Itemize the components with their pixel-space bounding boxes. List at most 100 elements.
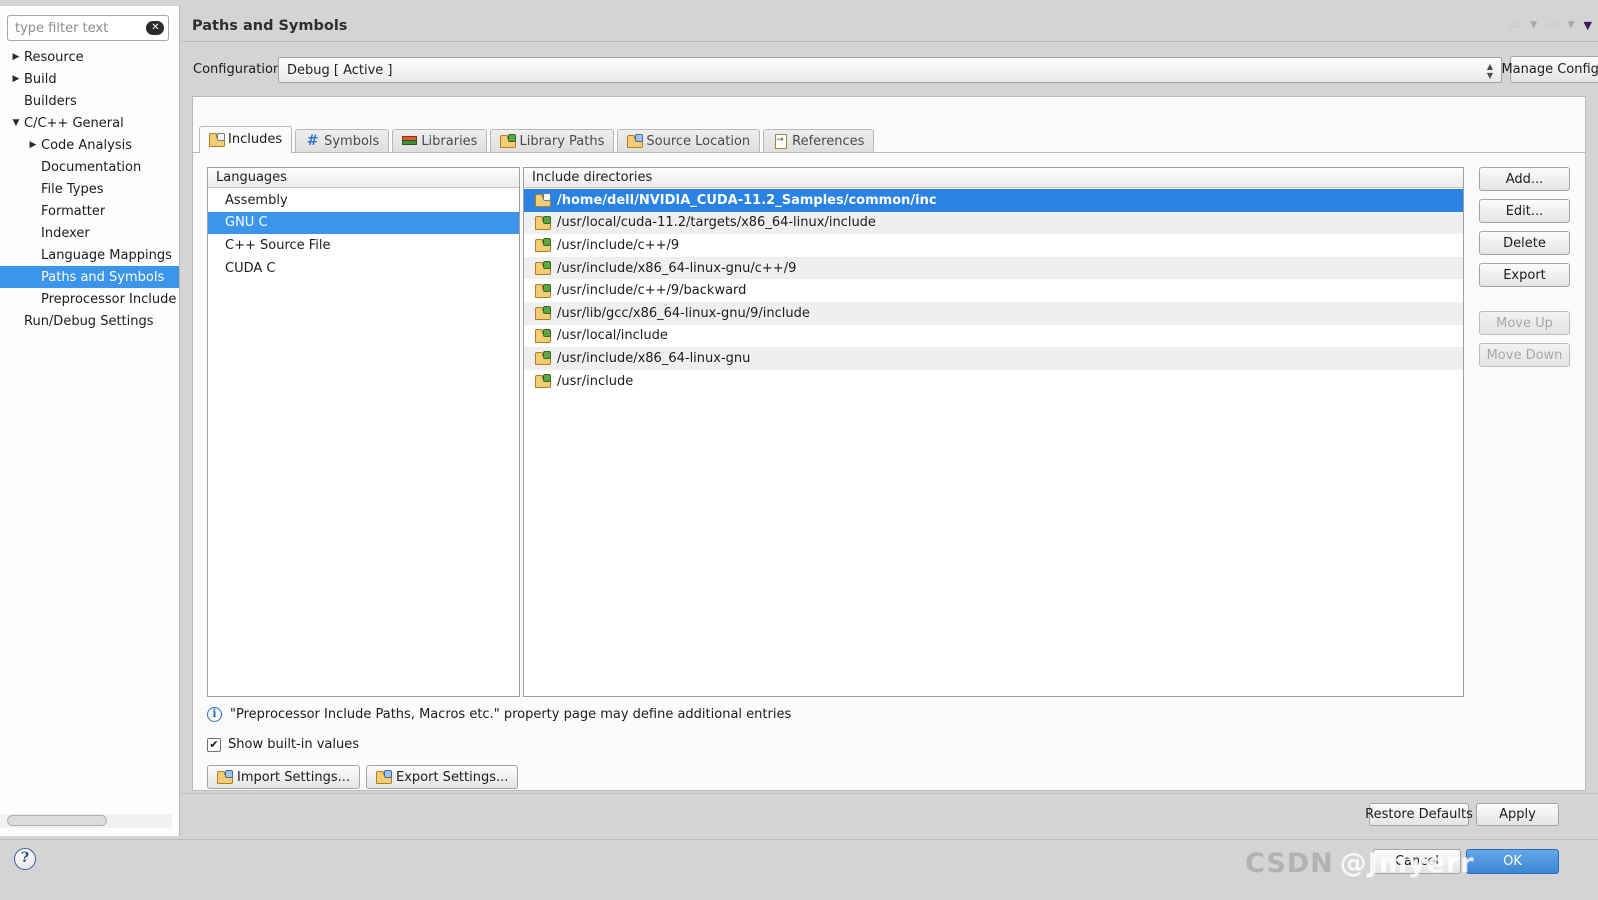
arrow-left-icon[interactable]: ⇦ <box>1509 18 1522 33</box>
sidebar-item-build[interactable]: ▶ Build <box>0 68 179 90</box>
include-directory-row[interactable]: /usr/lib/gcc/x86_64-linux-gnu/9/include <box>524 301 1463 325</box>
settings-button-label: Export Settings... <box>396 769 509 785</box>
language-list-item[interactable]: GNU C <box>208 211 519 235</box>
configuration-label: Configuration: <box>193 62 286 77</box>
tab-source-location[interactable]: Source Location <box>617 129 761 152</box>
move-up-button: Move Up <box>1479 311 1570 335</box>
tab-symbols[interactable]: # Symbols <box>295 129 390 152</box>
folder-badge-icon <box>508 134 517 142</box>
include-directory-path: /usr/include/x86_64-linux-gnu <box>557 350 751 366</box>
include-directories-rows: /home/dell/NVIDIA_CUDA-11.2_Samples/comm… <box>524 189 1463 696</box>
tab-label: Library Paths <box>519 133 605 149</box>
language-list-item[interactable]: Assembly <box>208 189 519 212</box>
add-button[interactable]: Add... <box>1479 167 1570 191</box>
chevron-right-icon[interactable]: ▶ <box>8 74 24 84</box>
include-directory-row[interactable]: /usr/include/x86_64-linux-gnu <box>524 347 1463 370</box>
checkbox-box[interactable]: ✔ <box>207 737 221 752</box>
spinner-updown-icon[interactable]: ▲ ▼ <box>1483 61 1497 81</box>
sidebar-item-label: Run/Debug Settings <box>24 313 154 329</box>
sidebar-item-label: Language Mappings <box>41 247 172 263</box>
tab-includes[interactable]: Includes <box>199 126 293 152</box>
clear-icon[interactable]: ✕ <box>146 21 164 35</box>
include-directory-row[interactable]: /home/dell/NVIDIA_CUDA-11.2_Samples/comm… <box>524 189 1463 212</box>
filter-field-wrapper: type filter text ✕ <box>7 15 169 41</box>
search-input[interactable]: type filter text ✕ <box>7 15 169 41</box>
search-input-placeholder: type filter text <box>15 20 109 36</box>
cancel-button[interactable]: Cancel <box>1373 849 1461 874</box>
sidebar-item-language-mappings[interactable]: Language Mappings <box>0 244 179 266</box>
sidebar-item-builders[interactable]: Builders <box>0 90 179 112</box>
include-directory-row[interactable]: /usr/include <box>524 370 1463 393</box>
sidebar-item-preprocessor-include-paths-macros-etc[interactable]: Preprocessor Include Paths, Macros etc. <box>0 288 179 310</box>
chevron-right-icon[interactable]: ▶ <box>25 140 41 150</box>
configuration-select[interactable]: Debug [ Active ] ▲ ▼ <box>278 57 1502 83</box>
chevron-down-icon[interactable]: ▼ <box>8 118 24 128</box>
edit-button[interactable]: Edit... <box>1479 199 1570 223</box>
sidebar-item-code-analysis[interactable]: ▶ Code Analysis <box>0 134 179 156</box>
tab-library-paths[interactable]: Library Paths <box>490 129 615 152</box>
tab-active-mask <box>200 152 291 154</box>
folder-badge-icon <box>543 193 551 202</box>
sidebar-item-indexer[interactable]: Indexer <box>0 222 179 244</box>
include-directory-row[interactable]: /usr/local/cuda-11.2/targets/x86_64-linu… <box>524 211 1463 235</box>
tab-references[interactable]: References <box>763 129 875 152</box>
include-directory-path: /usr/include/c++/9/backward <box>557 283 747 299</box>
language-list-item[interactable]: CUDA C <box>208 257 519 280</box>
page-title: Paths and Symbols <box>192 18 348 34</box>
folder-includes-icon <box>209 132 225 147</box>
tab-label: References <box>792 133 865 149</box>
include-directories-list[interactable]: Include directories /home/dell/NVIDIA_CU… <box>523 167 1464 697</box>
sidebar-item-paths-and-symbols[interactable]: Paths and Symbols <box>0 266 179 288</box>
list-action-buttons: Add... Edit... Delete Export Move Up Move Dow… <box>1479 167 1574 375</box>
tab-libraries[interactable]: Libraries <box>392 129 488 152</box>
back-history-chevron-down-icon[interactable]: ▼ <box>1530 21 1537 30</box>
sidebar-item-run-debug-settings[interactable]: Run/Debug Settings <box>0 310 179 332</box>
help-icon[interactable]: ? <box>14 848 36 870</box>
sidebar-item-documentation[interactable]: Documentation <box>0 156 179 178</box>
export-button[interactable]: Export <box>1479 263 1570 287</box>
include-directory-row[interactable]: /usr/local/include <box>524 325 1463 348</box>
scrollbar-thumb[interactable] <box>7 815 107 826</box>
include-directory-row[interactable]: /usr/include/c++/9 <box>524 234 1463 257</box>
include-directory-path: /usr/include/c++/9 <box>557 237 680 253</box>
sidebar-horizontal-scrollbar[interactable] <box>0 814 172 828</box>
sidebar-item-label: Indexer <box>41 225 90 241</box>
tab-label: Includes <box>228 132 283 147</box>
folder-badge-icon <box>543 306 551 315</box>
manage-configurations-button[interactable]: Manage Configurations... <box>1501 56 1598 83</box>
sidebar-item-label: Build <box>24 71 57 87</box>
folder-badge-icon <box>543 238 551 247</box>
header-divider <box>181 41 1598 42</box>
export-icon <box>376 770 392 784</box>
tab-label: Source Location <box>646 133 751 149</box>
preferences-tree: ▶ Resource ▶ Build Builders ▼ C/C++ General ▶ Co… <box>0 46 179 332</box>
languages-list[interactable]: Languages Assembly GNU C C++ Source File CU… <box>207 167 520 697</box>
chevron-right-icon[interactable]: ▶ <box>8 52 24 62</box>
sidebar-top-strip <box>0 0 180 6</box>
forward-history-chevron-down-icon[interactable]: ▼ <box>1568 21 1575 30</box>
language-label: GNU C <box>225 215 268 231</box>
arrow-right-icon[interactable]: ⇨ <box>1546 18 1559 33</box>
sidebar-item-resource[interactable]: ▶ Resource <box>0 46 179 68</box>
tab-label: Libraries <box>421 133 478 149</box>
apply-button[interactable]: Apply <box>1476 803 1559 826</box>
include-directory-row[interactable]: /usr/include/x86_64-linux-gnu/c++/9 <box>524 256 1463 280</box>
export-settings-button[interactable]: Export Settings... <box>366 765 519 789</box>
include-directory-row[interactable]: /usr/include/c++/9/backward <box>524 279 1463 302</box>
sidebar-item-c-c-general[interactable]: ▼ C/C++ General <box>0 112 179 134</box>
button-group-spacer <box>1479 295 1574 311</box>
language-list-item[interactable]: C++ Source File <box>208 234 519 257</box>
sidebar-item-formatter[interactable]: Formatter <box>0 200 179 222</box>
language-label: Assembly <box>225 192 288 208</box>
sidebar-item-label: Paths and Symbols <box>41 269 165 285</box>
folder-badge-icon <box>543 351 551 360</box>
sidebar-item-file-types[interactable]: File Types <box>0 178 179 200</box>
ok-button[interactable]: OK <box>1466 849 1559 874</box>
restore-defaults-button[interactable]: Restore Defaults <box>1365 803 1473 826</box>
delete-button[interactable]: Delete <box>1479 231 1570 255</box>
overflow-chevron-down-icon[interactable]: ▼ <box>1584 20 1592 31</box>
show-builtin-values-checkbox[interactable]: ✔ Show built-in values <box>207 737 359 752</box>
import-settings-button[interactable]: Import Settings... <box>207 765 360 789</box>
folder-badge-icon <box>543 283 551 292</box>
tab-underline <box>193 152 1585 153</box>
